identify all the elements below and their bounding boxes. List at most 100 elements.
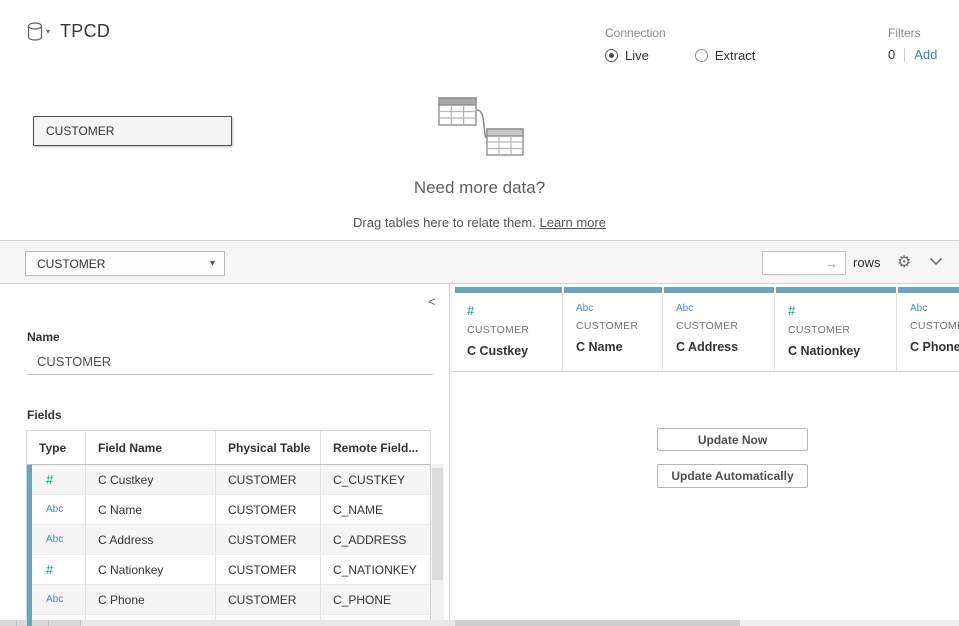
radio-extract[interactable]: Extract xyxy=(695,48,755,63)
col-header-physical-table[interactable]: Physical Table xyxy=(216,431,321,464)
grid-column-headers: # CUSTOMER C Custkey Abc CUSTOMER C Name… xyxy=(455,287,959,371)
learn-more-link[interactable]: Learn more xyxy=(539,215,605,230)
cell-field-name: C Address xyxy=(86,525,216,554)
add-filter-link[interactable]: Add xyxy=(914,47,937,62)
table-row[interactable]: Abc C Address CUSTOMER C_ADDRESS xyxy=(27,525,430,555)
relate-tables-illustration xyxy=(438,97,524,159)
gear-icon[interactable]: ⚙ xyxy=(897,252,911,272)
table-select-value: CUSTOMER xyxy=(37,257,105,271)
number-type-icon: # xyxy=(788,303,884,318)
cell-remote-field: C_NAME xyxy=(321,495,432,524)
scrollbar-tick xyxy=(80,620,81,626)
grid-hscrollbar-thumb[interactable] xyxy=(455,620,740,626)
fields-table-scrollbar[interactable] xyxy=(431,464,444,626)
column-field-name: C Nationkey xyxy=(788,344,884,358)
radio-live[interactable]: Live xyxy=(605,48,649,63)
radio-live-label: Live xyxy=(625,48,649,63)
column-field-name: C Name xyxy=(576,340,650,354)
name-input-value: CUSTOMER xyxy=(37,354,111,369)
column-table-name: CUSTOMER xyxy=(910,320,959,332)
col-header-remote-field[interactable]: Remote Field... xyxy=(321,431,432,464)
cell-field-name: C Name xyxy=(86,495,216,524)
connection-group: Connection Live Extract xyxy=(605,26,755,63)
string-type-icon: Abc xyxy=(910,303,959,314)
fields-table-body: # C Custkey CUSTOMER C_CUSTKEY Abc C Nam… xyxy=(27,465,430,626)
grid-column-c-address[interactable]: Abc CUSTOMER C Address xyxy=(664,287,774,371)
grid-column-c-custkey[interactable]: # CUSTOMER C Custkey xyxy=(455,287,562,371)
collapse-panel-icon[interactable]: < xyxy=(428,294,436,309)
number-type-icon: # xyxy=(467,303,550,318)
scrollbar-buttons[interactable] xyxy=(0,620,80,626)
column-accent-bar xyxy=(898,287,959,293)
relationship-canvas[interactable]: CUSTOMER Need more da xyxy=(0,85,959,240)
database-icon xyxy=(27,22,43,41)
column-field-name: C Custkey xyxy=(467,344,550,358)
rows-input-box: → xyxy=(762,251,846,275)
update-automatically-button[interactable]: Update Automatically xyxy=(657,464,808,488)
grid-column-c-name[interactable]: Abc CUSTOMER C Name xyxy=(564,287,662,371)
radio-extract-label: Extract xyxy=(715,48,755,63)
empty-hint-text: Drag tables here to relate them. xyxy=(353,215,536,230)
update-now-button[interactable]: Update Now xyxy=(657,428,808,451)
number-type-icon: # xyxy=(46,472,53,487)
cell-remote-field: C_NATIONKEY xyxy=(321,555,432,584)
column-field-name: C Phone xyxy=(910,340,959,354)
col-header-type[interactable]: Type xyxy=(27,431,86,464)
table-row[interactable]: # C Custkey CUSTOMER C_CUSTKEY xyxy=(27,465,430,495)
col-header-field-name[interactable]: Field Name xyxy=(86,431,216,464)
cell-remote-field: C_CUSTKEY xyxy=(321,465,432,494)
radio-live-dot xyxy=(605,49,618,62)
name-input[interactable]: CUSTOMER xyxy=(27,348,433,375)
column-table-name: CUSTOMER xyxy=(576,320,650,332)
grid-header-divider xyxy=(450,371,959,372)
table-row[interactable]: # C Nationkey CUSTOMER C_NATIONKEY xyxy=(27,555,430,585)
datasource-menu-button[interactable]: ▾ xyxy=(27,22,50,41)
cell-remote-field: C_PHONE xyxy=(321,585,432,614)
name-label: Name xyxy=(27,330,60,344)
table-row[interactable]: Abc C Name CUSTOMER C_NAME xyxy=(27,495,430,525)
string-type-icon: Abc xyxy=(46,534,63,545)
tableau-datasource-page: ▾ TPCD Connection Live Extract Filters 0 xyxy=(0,0,959,626)
scrollbar-tick xyxy=(48,620,49,626)
chevron-down-icon: ▾ xyxy=(210,258,215,269)
bottom-scroll-strip xyxy=(0,620,959,626)
table-row[interactable]: Abc C Phone CUSTOMER C_PHONE xyxy=(27,585,430,615)
cell-physical-table: CUSTOMER xyxy=(216,465,321,494)
fields-table-header: Type Field Name Physical Table Remote Fi… xyxy=(27,431,430,465)
chevron-down-icon[interactable] xyxy=(929,257,943,266)
cell-remote-field: C_ADDRESS xyxy=(321,525,432,554)
scrollbar-tick xyxy=(16,620,17,626)
column-accent-bar xyxy=(455,287,562,293)
rows-input[interactable] xyxy=(763,252,821,274)
fields-label: Fields xyxy=(27,408,62,422)
column-accent-bar xyxy=(664,287,774,293)
string-type-icon: Abc xyxy=(576,303,650,314)
canvas-table-customer[interactable]: CUSTOMER xyxy=(33,116,232,146)
column-field-name: C Address xyxy=(676,340,762,354)
data-preview-grid: # CUSTOMER C Custkey Abc CUSTOMER C Name… xyxy=(450,284,959,626)
column-table-name: CUSTOMER xyxy=(676,320,762,332)
cell-physical-table: CUSTOMER xyxy=(216,525,321,554)
cell-field-name: C Custkey xyxy=(86,465,216,494)
filters-label: Filters xyxy=(888,26,937,40)
table-details-panel: < Name CUSTOMER Fields Type Field Name P… xyxy=(0,284,450,626)
column-accent-bar xyxy=(776,287,896,293)
main-split: < Name CUSTOMER Fields Type Field Name P… xyxy=(0,284,959,626)
fields-table: Type Field Name Physical Table Remote Fi… xyxy=(26,430,431,626)
scrollbar-thumb[interactable] xyxy=(432,468,443,580)
page-title: TPCD xyxy=(60,21,110,42)
radio-extract-dot xyxy=(695,49,708,62)
grid-column-c-nationkey[interactable]: # CUSTOMER C Nationkey xyxy=(776,287,896,371)
table-select-dropdown[interactable]: CUSTOMER ▾ xyxy=(25,251,225,276)
grid-column-c-phone[interactable]: Abc CUSTOMER C Phone xyxy=(898,287,959,371)
cell-physical-table: CUSTOMER xyxy=(216,495,321,524)
preview-toolbar: CUSTOMER ▾ → rows ⚙ xyxy=(0,240,959,284)
column-accent-bar xyxy=(564,287,662,293)
connection-label: Connection xyxy=(605,26,755,40)
grid-hscrollbar-track[interactable] xyxy=(740,620,959,626)
cell-physical-table: CUSTOMER xyxy=(216,555,321,584)
filters-count: 0 xyxy=(888,47,895,62)
chevron-down-icon: ▾ xyxy=(46,28,50,36)
string-type-icon: Abc xyxy=(46,594,63,605)
cell-physical-table: CUSTOMER xyxy=(216,585,321,614)
